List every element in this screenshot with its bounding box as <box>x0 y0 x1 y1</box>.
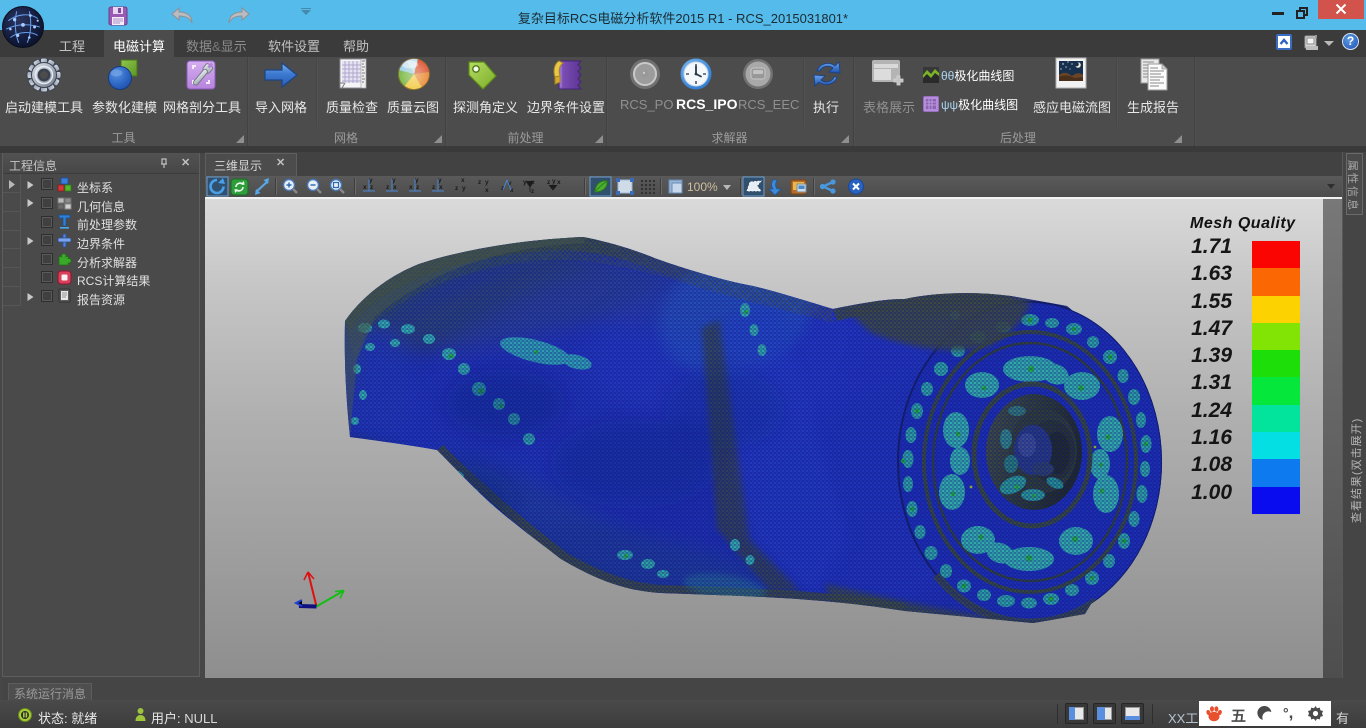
svg-text:z: z <box>478 179 482 186</box>
svg-text:y: y <box>415 177 419 184</box>
svg-text:x: x <box>393 184 397 191</box>
svg-text:z: z <box>455 185 459 192</box>
svg-text:x: x <box>439 184 443 191</box>
svg-text:z: z <box>531 188 535 195</box>
svg-text:z: z <box>386 184 390 191</box>
svg-text:y: y <box>552 178 556 185</box>
svg-text:x: x <box>461 177 465 184</box>
svg-text:z: z <box>547 179 551 186</box>
svg-text:y: y <box>485 179 489 186</box>
svg-text:x: x <box>557 179 561 186</box>
svg-text:z: z <box>432 184 436 191</box>
svg-text:y: y <box>438 177 442 184</box>
svg-text:z: z <box>370 184 374 191</box>
svg-text:100%: 100% <box>687 180 718 194</box>
svg-text:y: y <box>462 185 466 192</box>
svg-text:y: y <box>392 177 396 184</box>
svg-text:y: y <box>369 177 373 184</box>
svg-text:z: z <box>416 184 420 191</box>
svg-text:x: x <box>409 184 413 191</box>
svg-text:x: x <box>363 184 367 191</box>
svg-text:x: x <box>485 187 489 194</box>
